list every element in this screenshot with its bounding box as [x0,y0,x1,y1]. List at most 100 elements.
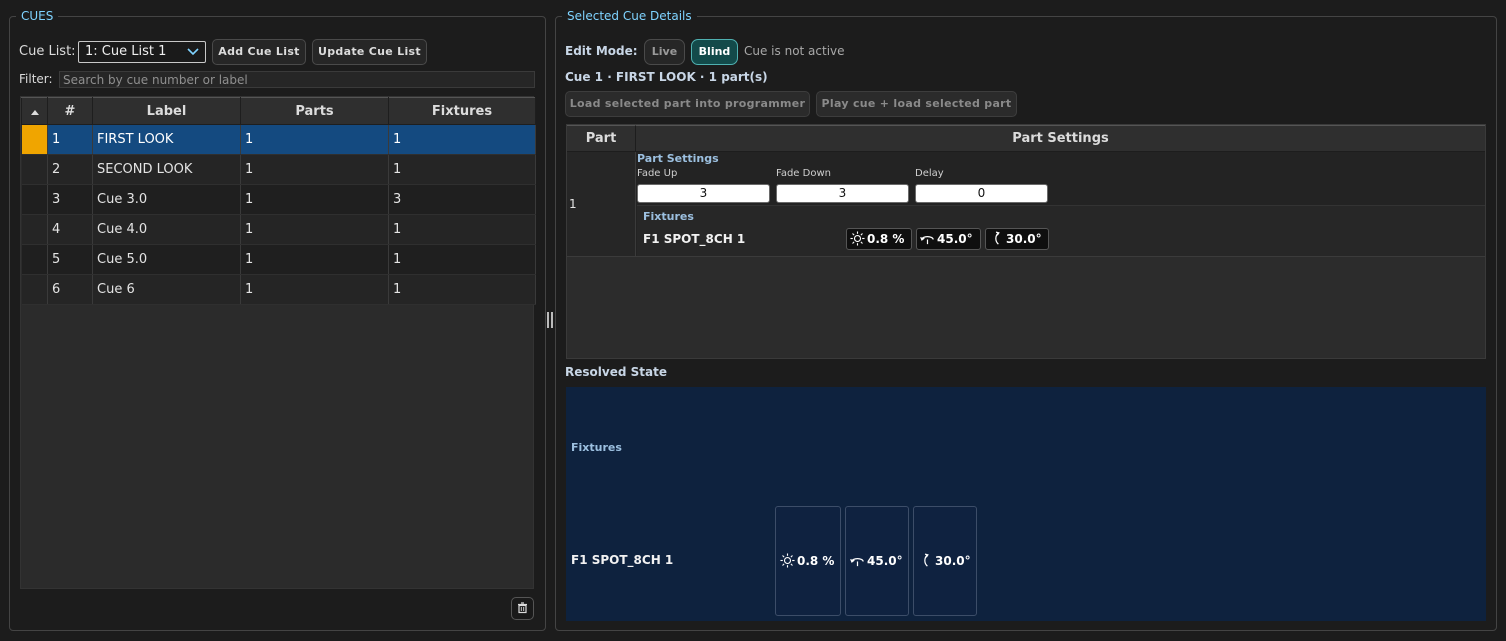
cue-list-selected-value: 1: Cue List 1 [85,44,167,59]
cue-marker [21,244,48,275]
live-mode-button[interactable]: Live [644,39,685,65]
cue-parts-cell: 1 [240,244,389,275]
cue-marker [21,214,48,245]
cue-label-cell: Cue 4.0 [92,214,241,245]
part-settings-subheader: Part Settings [637,152,719,165]
cue-label-cell: Cue 3.0 [92,184,241,215]
play-cue-button[interactable]: Play cue + load selected part [816,91,1017,117]
cue-marker [21,154,48,185]
tilt-icon [995,231,1000,245]
active-cue-marker [21,124,48,155]
blind-mode-button[interactable]: Blind [691,39,738,65]
cue-fixtures-cell: 1 [388,154,536,185]
filter-label: Filter: [19,72,53,86]
delete-cue-button[interactable] [511,597,534,620]
chevron-down-icon [187,48,199,56]
column-header-part-settings: Part Settings [636,125,1485,152]
selected-cue-title: Cue 1 · FIRST LOOK · 1 part(s) [565,70,768,84]
table-row[interactable]: 2 SECOND LOOK 1 1 [21,154,536,185]
sort-column-header[interactable] [21,97,48,125]
part-tilt-value: 30.0° [1006,232,1042,246]
cue-number-cell: 1 [47,124,93,155]
delay-input[interactable]: 0 [915,184,1048,203]
panel-splitter-handle[interactable] [547,312,553,328]
tilt-icon [924,553,929,567]
cue-fixtures-cell: 1 [388,214,536,245]
parts-table: Part Part Settings 1 Part Settings Fade … [566,124,1486,359]
resolved-intensity-card: 0.8 % [775,506,841,616]
column-header-part: Part [567,125,636,152]
filter-input[interactable] [59,71,535,88]
sun-icon [780,553,795,568]
resolved-state-panel: Fixtures F1 SPOT_8CH 1 0.8 % 45.0° 30.0° [566,387,1486,621]
table-row[interactable]: 1 FIRST LOOK 1 1 [21,124,536,155]
cue-parts-cell: 1 [240,154,389,185]
cues-panel-title: CUES [21,9,54,23]
fade-up-input[interactable]: 3 [637,184,770,203]
cue-parts-cell: 1 [240,274,389,305]
cue-fixtures-cell: 3 [388,184,536,215]
table-row[interactable]: 6 Cue 6 1 1 [21,274,536,305]
resolved-pan-card: 45.0° [845,506,909,616]
cues-table: # Label Parts Fixtures 1 FIRST LOOK 1 1 … [20,96,536,589]
pan-icon [850,558,864,567]
resolved-tilt-card: 30.0° [913,506,977,616]
column-header-parts[interactable]: Parts [240,97,389,125]
part-row[interactable]: 1 Part Settings Fade Up Fade Down Delay … [567,152,1485,257]
table-row[interactable]: 3 Cue 3.0 1 3 [21,184,536,215]
cue-marker [21,184,48,215]
part-pan-value: 45.0° [937,232,973,246]
cue-fixtures-cell: 1 [388,274,536,305]
resolved-intensity-value: 0.8 % [797,554,835,568]
add-cue-list-button[interactable]: Add Cue List [212,39,306,65]
cue-status-text: Cue is not active [744,44,845,58]
cue-marker [21,274,48,305]
resolved-pan-value: 45.0° [867,554,903,568]
pan-icon [920,236,934,245]
cue-list-label: Cue List: [19,44,76,59]
part-intensity-value: 0.8 % [867,232,905,246]
part-number-cell: 1 [567,152,636,256]
part-number: 1 [569,197,577,211]
fade-down-label: Fade Down [776,168,831,179]
trash-icon [518,602,527,614]
table-row[interactable]: 5 Cue 5.0 1 1 [21,244,536,275]
cue-label-cell: FIRST LOOK [92,124,241,155]
cue-number-cell: 5 [47,244,93,275]
cue-fixtures-cell: 1 [388,124,536,155]
column-header-number[interactable]: # [47,97,93,125]
update-cue-list-button[interactable]: Update Cue List [312,39,427,65]
fade-down-input[interactable]: 3 [776,184,909,203]
cue-number-cell: 4 [47,214,93,245]
resolved-tilt-value: 30.0° [935,554,971,568]
part-tilt-chip[interactable]: 30.0° [985,228,1049,250]
part-intensity-chip[interactable]: 0.8 % [846,228,912,250]
details-panel-title: Selected Cue Details [567,9,692,23]
fade-up-label: Fade Up [637,168,678,179]
delay-label: Delay [915,168,944,179]
cue-fixtures-cell: 1 [388,244,536,275]
column-header-fixtures[interactable]: Fixtures [388,97,536,125]
edit-mode-label: Edit Mode: [565,44,638,58]
column-header-label[interactable]: Label [92,97,241,125]
sort-up-icon [30,109,39,115]
part-fixtures-section: Fixtures F1 SPOT_8CH 1 0.8 % 45.0° 30.0° [637,205,1485,256]
resolved-state-title: Resolved State [565,365,667,379]
resolved-fixture-name: F1 SPOT_8CH 1 [571,553,674,567]
cue-label-cell: SECOND LOOK [92,154,241,185]
part-fixtures-subheader: Fixtures [643,210,694,223]
table-row[interactable]: 4 Cue 4.0 1 1 [21,214,536,245]
load-part-button[interactable]: Load selected part into programmer [565,91,810,117]
cue-parts-cell: 1 [240,124,389,155]
cue-number-cell: 6 [47,274,93,305]
part-pan-chip[interactable]: 45.0° [916,228,981,250]
part-fixture-name: F1 SPOT_8CH 1 [643,232,746,246]
cue-label-cell: Cue 6 [92,274,241,305]
cue-parts-cell: 1 [240,184,389,215]
sun-icon [850,231,865,246]
cue-number-cell: 2 [47,154,93,185]
cue-parts-cell: 1 [240,214,389,245]
cue-label-cell: Cue 5.0 [92,244,241,275]
resolved-fixtures-subheader: Fixtures [571,441,622,454]
cue-list-select[interactable]: 1: Cue List 1 [78,41,206,63]
